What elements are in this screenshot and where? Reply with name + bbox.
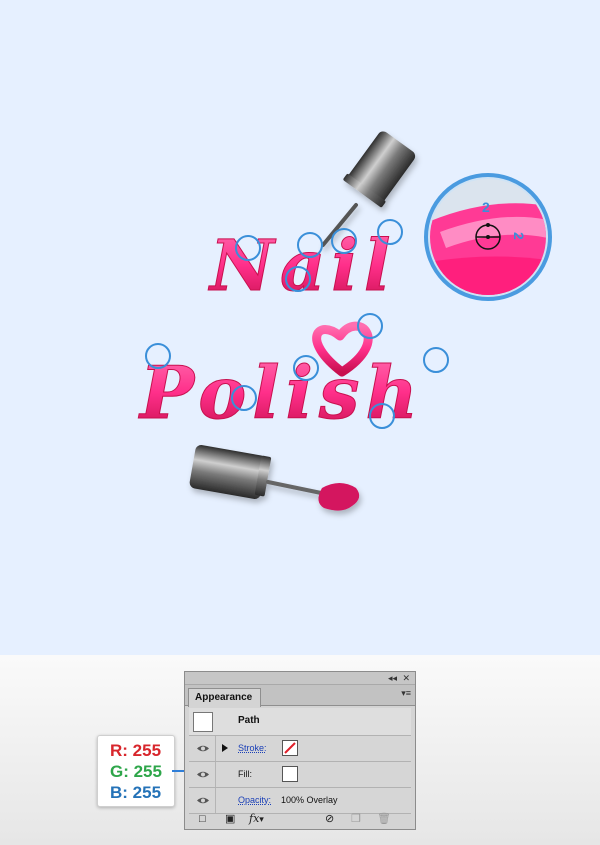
zoom-lens: 2 2 [424, 173, 552, 301]
opacity-row[interactable]: Opacity: 100% Overlay [189, 788, 411, 814]
fill-row[interactable]: Fill: [189, 762, 411, 788]
rgb-blue: B: 255 [110, 783, 162, 802]
duplicate-item-icon[interactable]: ❐ [351, 812, 361, 826]
path-label: Path [238, 715, 260, 726]
appearance-panel: ◂◂ ✕ Appearance ▾≡ Path Stroke: Fill: Op… [184, 671, 416, 830]
add-stroke-icon[interactable]: □ [199, 812, 206, 826]
stroke-row[interactable]: Stroke: [189, 736, 411, 762]
rgb-callout: R: 255 G: 255 B: 255 [97, 735, 175, 807]
path-row[interactable]: Path [189, 708, 411, 736]
close-icon[interactable]: ✕ [402, 672, 410, 684]
brush-tip [318, 483, 360, 511]
tab-appearance[interactable]: Appearance [188, 688, 262, 707]
anchor-marker [423, 347, 449, 373]
zoom-label-right: 2 [511, 232, 527, 240]
add-fill-icon[interactable]: ▣ [225, 812, 235, 826]
opacity-value: 100% Overlay [281, 795, 338, 805]
panel-tab-row: Appearance ▾≡ [185, 685, 415, 707]
panel-titlebar: ◂◂ ✕ [185, 672, 415, 685]
bottom-brush-stem [266, 480, 328, 496]
opacity-label[interactable]: Opacity: [238, 795, 271, 805]
path-thumbnail [193, 712, 213, 732]
trash-icon[interactable]: 🗑 [377, 812, 391, 826]
eye-icon[interactable] [196, 770, 210, 779]
stroke-swatch[interactable] [282, 740, 298, 756]
bottom-brush [189, 445, 360, 511]
nail-polish-artwork: Nail Polish 2 2 [138, 131, 552, 511]
zoom-label-top: 2 [482, 199, 490, 215]
expand-triangle-icon[interactable] [222, 744, 228, 752]
fx-icon[interactable]: fx▾ [249, 812, 264, 827]
fill-swatch[interactable] [282, 766, 298, 782]
appearance-rows: Path Stroke: Fill: Opacity: 100% Overlay [189, 708, 411, 814]
clear-appearance-icon[interactable]: ⊘ [325, 812, 334, 826]
rgb-red: R: 255 [110, 741, 162, 760]
eye-icon[interactable] [196, 744, 210, 753]
fill-label: Fill: [238, 769, 252, 779]
double-arrow-icon[interactable]: ◂◂ [388, 672, 397, 684]
eye-icon[interactable] [196, 796, 210, 805]
panel-bottom-toolbar: □ ▣ fx▾ ⊘ ❐ 🗑 [189, 812, 411, 826]
stroke-label[interactable]: Stroke: [238, 743, 267, 753]
panel-menu-icon[interactable]: ▾≡ [401, 688, 411, 699]
no-color-slash-icon [284, 742, 296, 754]
rgb-green: G: 255 [110, 762, 162, 781]
word-polish: Polish [138, 350, 424, 435]
top-cap [347, 131, 416, 203]
